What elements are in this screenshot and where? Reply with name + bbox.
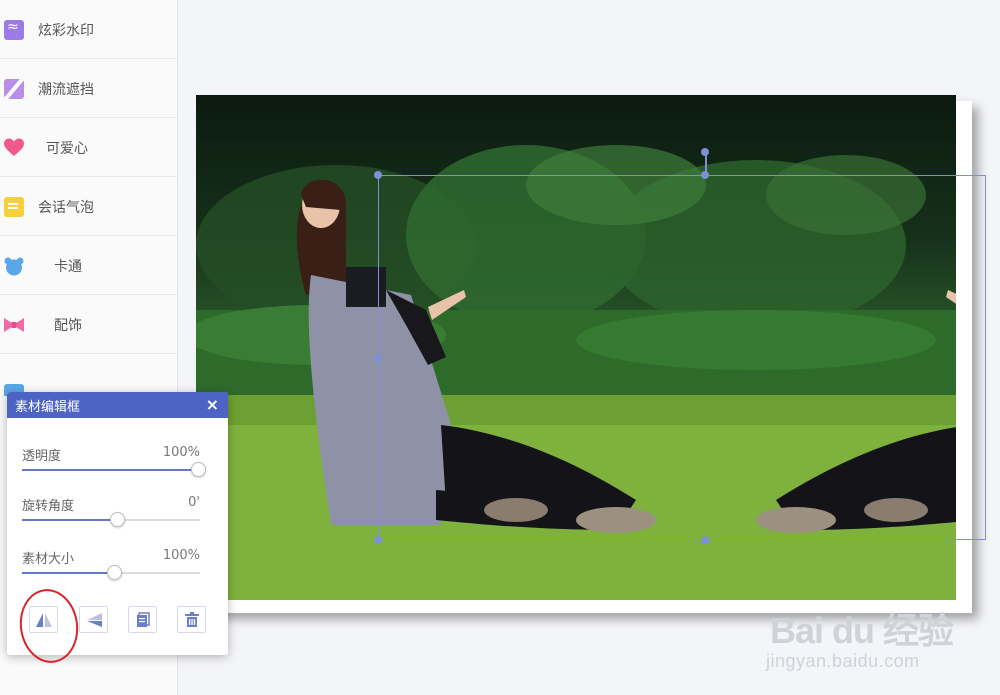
rotation-label: 旋转角度 [22, 499, 75, 514]
opacity-slider[interactable] [22, 462, 206, 477]
delete-button[interactable] [177, 606, 206, 633]
heart-icon [4, 138, 24, 156]
sidebar-item-trendy-mask[interactable]: 潮流遮挡 [0, 59, 177, 118]
copy-icon [136, 611, 150, 627]
rotation-slider[interactable] [22, 512, 200, 527]
sidebar-item-label: 炫彩水印 [38, 23, 94, 39]
sidebar-item-label: 卡通 [54, 259, 82, 275]
size-slider-thumb[interactable] [107, 565, 122, 580]
copy-button[interactable] [128, 606, 157, 633]
panel-header[interactable]: 素材编辑框 × [7, 392, 228, 418]
baidu-watermark-url: jingyan.baidu.com [766, 651, 920, 671]
sidebar-item-label: 配饰 [54, 318, 82, 334]
size-slider-fill [22, 572, 108, 574]
size-label: 素材大小 [22, 552, 75, 567]
bow-icon [4, 318, 24, 332]
flip-vertical-button[interactable] [79, 606, 108, 633]
rotation-value: 0' [188, 495, 200, 510]
resize-handle-left[interactable] [374, 354, 382, 362]
resize-handle-bottom[interactable] [701, 536, 709, 544]
resize-handle-bottom-left[interactable] [374, 536, 382, 544]
sidebar-item-label: 会话气泡 [38, 200, 94, 216]
sidebar-item-speech-bubble[interactable]: 会话气泡 [0, 177, 177, 236]
opacity-value: 100% [162, 445, 200, 460]
opacity-slider-fill [22, 469, 200, 471]
flip-horizontal-icon [35, 612, 52, 627]
sidebar-item-cute-heart[interactable]: 可爱心 [0, 118, 177, 177]
bear-icon [4, 257, 24, 276]
slash-icon [4, 79, 24, 99]
panel-title: 素材编辑框 [15, 399, 81, 415]
opacity-slider-thumb[interactable] [191, 462, 206, 477]
baidu-watermark-logo: Bai du 经验 [770, 610, 954, 651]
flip-horizontal-button[interactable] [29, 606, 58, 633]
speech-bubble-icon [4, 197, 24, 217]
size-value: 100% [162, 548, 200, 563]
wave-icon [4, 19, 24, 40]
photo-image [196, 145, 956, 600]
flip-vertical-icon [86, 612, 102, 627]
close-icon[interactable]: × [206, 395, 219, 414]
size-slider[interactable] [22, 565, 200, 580]
sidebar-item-colorful-watermark[interactable]: 炫彩水印 [0, 0, 177, 59]
opacity-label: 透明度 [22, 449, 62, 464]
resize-handle-top-left[interactable] [374, 171, 382, 179]
sidebar-item-cartoon[interactable]: 卡通 [0, 236, 177, 295]
sidebar-item-label: 潮流遮挡 [38, 82, 94, 98]
rotate-handle[interactable] [701, 148, 709, 156]
rotation-slider-thumb[interactable] [110, 512, 125, 527]
sidebar-item-accessory[interactable]: 配饰 [0, 295, 177, 354]
photo-canvas[interactable] [196, 95, 956, 600]
rotation-slider-fill [22, 519, 111, 521]
sidebar-item-label: 可爱心 [46, 141, 88, 157]
trash-icon [184, 611, 199, 627]
resize-handle-top[interactable] [701, 171, 709, 179]
